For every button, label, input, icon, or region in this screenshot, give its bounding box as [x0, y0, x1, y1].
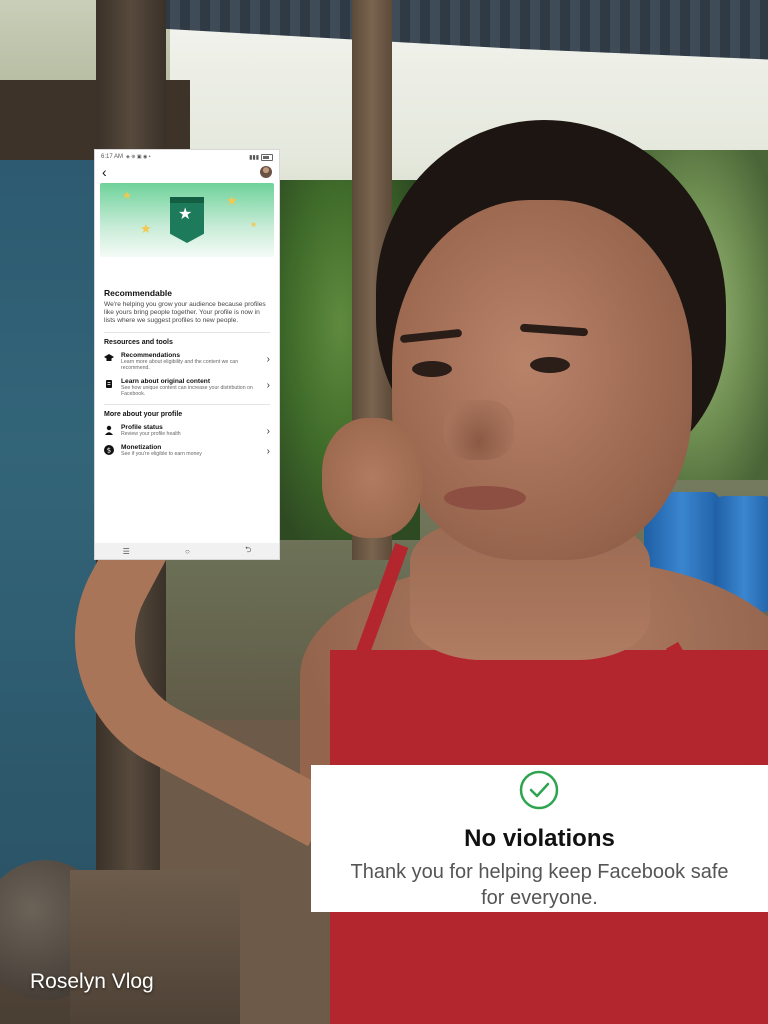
item-subtitle: See if you're eligible to earn money [121, 450, 202, 457]
home-circle-icon[interactable]: ○ [185, 547, 190, 556]
status-icons-right: ▮▮▮ [249, 153, 273, 161]
back-icon[interactable]: ⮌ [245, 544, 251, 558]
list-item-recommendations[interactable]: Recommendations Learn more about eligibi… [104, 352, 270, 372]
avatar[interactable] [260, 166, 272, 178]
list-item-profile-status[interactable]: Profile status Review your profile healt… [104, 424, 270, 438]
nose [444, 400, 514, 460]
face [392, 200, 692, 560]
eye [530, 357, 570, 373]
divider [104, 331, 270, 333]
status-icons-left: ◈ ⊕ ▣ ◉ • [126, 154, 151, 160]
check-circle-icon [519, 770, 559, 810]
chevron-right-icon: › [266, 425, 270, 437]
svg-text:$: $ [107, 446, 111, 454]
list-item-original-content[interactable]: Learn about original content See how uni… [104, 378, 270, 398]
page-description: We're helping you grow your audience bec… [104, 301, 266, 325]
star-icon: ★ [178, 206, 193, 223]
chevron-right-icon: › [266, 379, 270, 391]
hand [322, 418, 422, 538]
item-title: Learn about original content [121, 377, 211, 385]
hero-banner: ★ ★ ★ ★ ★ [100, 183, 274, 257]
item-subtitle: Review your profile health [121, 430, 181, 437]
system-nav-bar: ☰ ○ ⮌ [95, 543, 279, 559]
star-icon: ★ [250, 220, 258, 229]
item-title: Profile status [121, 423, 163, 431]
menu-icon[interactable]: ☰ [123, 547, 130, 556]
notice-message-line: Thank you for helping keep Facebook safe [350, 861, 729, 883]
document-icon [104, 379, 114, 389]
phone-screenshot: 6:17 AM ◈ ⊕ ▣ ◉ • ▮▮▮ ‹ ★ ★ ★ ★ ★ Recomm… [95, 150, 279, 559]
channel-watermark: Roselyn Vlog [30, 970, 154, 993]
star-icon: ★ [122, 190, 132, 202]
dollar-icon: $ [104, 444, 114, 455]
notice-message-line: for everyone. [481, 887, 598, 909]
section-title-profile: More about your profile [104, 410, 183, 418]
item-title: Monetization [121, 443, 162, 451]
person-icon [104, 425, 114, 435]
notice-title: No violations [464, 825, 615, 852]
badge-ribbon [170, 197, 204, 203]
app-bar: ‹ [95, 164, 279, 180]
divider [104, 403, 270, 405]
graduation-cap-icon [104, 353, 114, 363]
list-item-monetization[interactable]: $ Monetization See if you're eligible to… [104, 444, 270, 458]
lips [444, 486, 526, 510]
star-icon: ★ [140, 221, 152, 236]
page-title: Recommendable [104, 288, 173, 298]
status-bar: 6:17 AM ◈ ⊕ ▣ ◉ • ▮▮▮ [95, 150, 279, 164]
item-title: Recommendations [121, 351, 180, 359]
item-subtitle: See how unique content can increase your… [121, 384, 253, 398]
item-subtitle: Learn more about eligibility and the con… [121, 358, 239, 372]
star-icon: ★ [226, 193, 238, 208]
section-title-resources: Resources and tools [104, 338, 173, 346]
eye [412, 361, 452, 377]
signal-icon: ▮▮▮ [249, 154, 259, 161]
notice-message: Thank you for helping keep Facebook safe… [311, 859, 768, 911]
status-time: 6:17 AM [101, 154, 124, 160]
battery-icon [261, 153, 273, 161]
back-arrow-icon[interactable]: ‹ [102, 165, 107, 179]
chevron-right-icon: › [266, 353, 270, 365]
chevron-right-icon: › [266, 445, 270, 457]
